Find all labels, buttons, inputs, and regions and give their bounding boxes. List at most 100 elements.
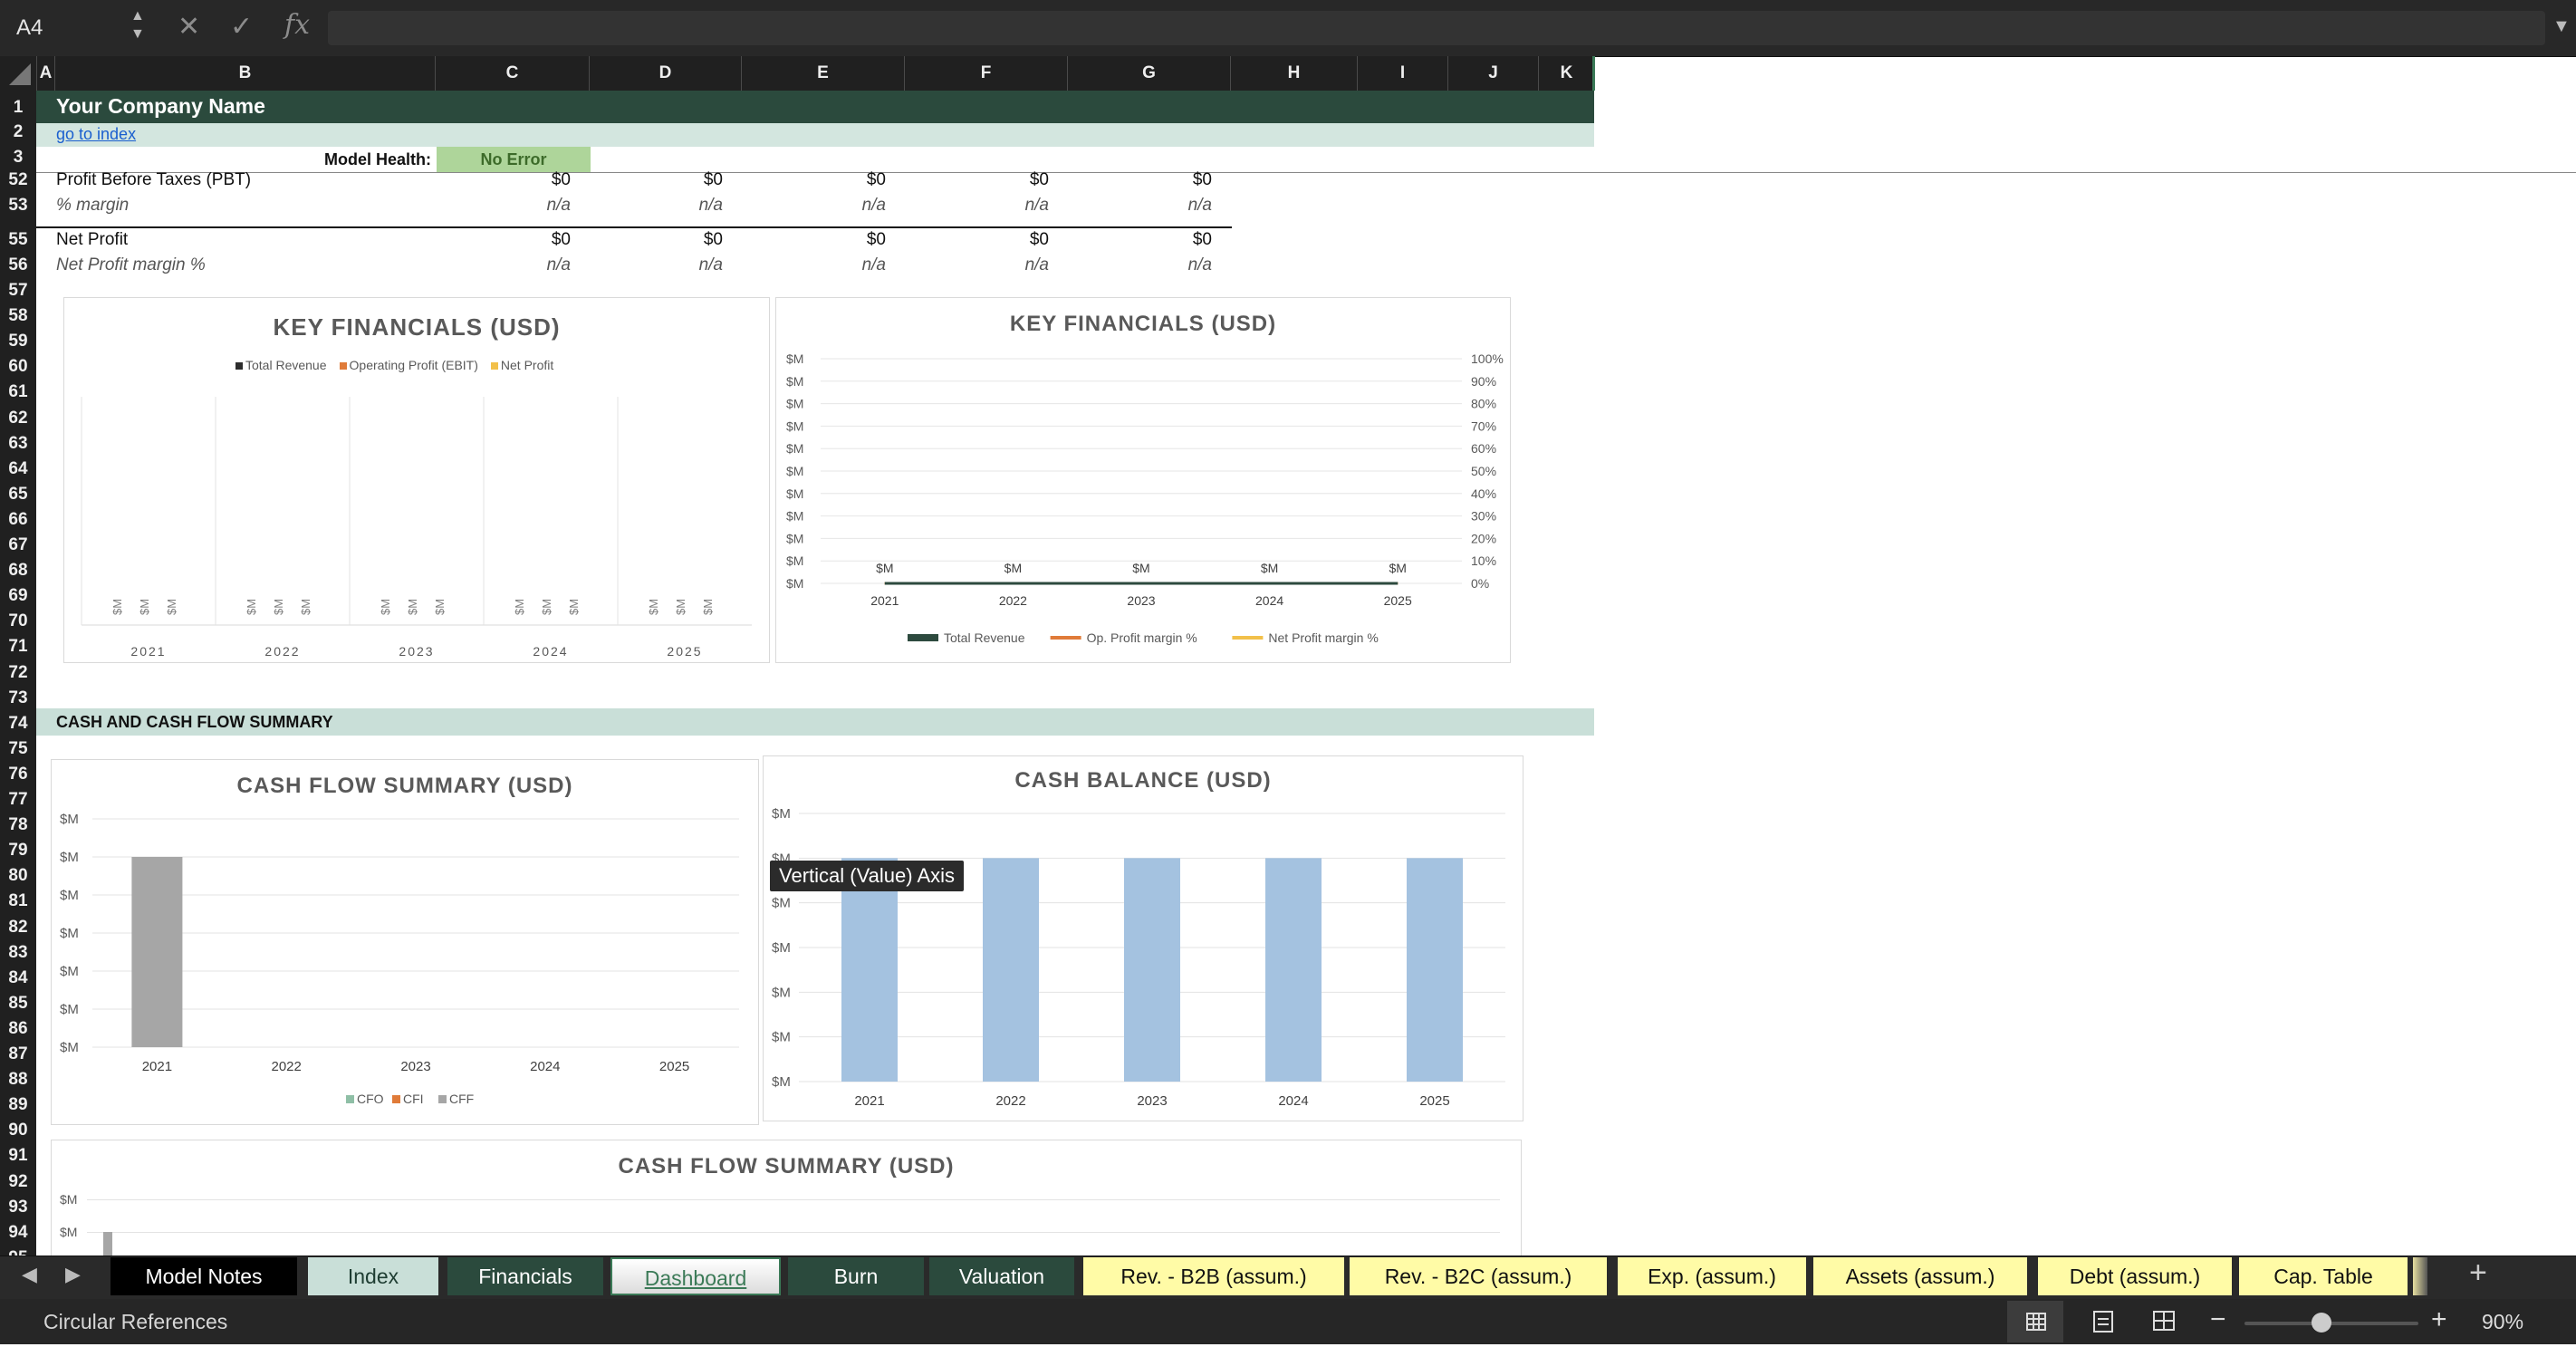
row-header-76[interactable]: 76 — [0, 765, 36, 784]
row-header-94[interactable]: 94 — [0, 1223, 36, 1243]
column-header-d[interactable]: D — [589, 56, 741, 91]
value-cell[interactable]: $0 — [1067, 230, 1212, 250]
name-box-stepper-icon[interactable]: ▲ ▼ — [130, 7, 145, 43]
column-header-a[interactable]: A — [36, 56, 54, 91]
row-header-67[interactable]: 67 — [0, 535, 36, 555]
row-header-57[interactable]: 57 — [0, 281, 36, 301]
column-header-f[interactable]: F — [904, 56, 1067, 91]
zoom-in-icon[interactable]: + — [2431, 1304, 2447, 1335]
row-header-83[interactable]: 83 — [0, 943, 36, 963]
tab-model-notes[interactable]: Model Notes — [111, 1257, 297, 1295]
value-cell[interactable]: $0 — [741, 170, 886, 190]
tab-debt-assum[interactable]: Debt (assum.) — [2038, 1257, 2232, 1295]
row-header-2[interactable]: 2 — [0, 122, 36, 142]
row-header-87[interactable]: 87 — [0, 1044, 36, 1064]
column-header-g[interactable]: G — [1067, 56, 1230, 91]
row-header-88[interactable]: 88 — [0, 1070, 36, 1090]
row-header-77[interactable]: 77 — [0, 790, 36, 810]
tab-scroll-left-icon[interactable]: ◀ — [22, 1263, 37, 1286]
row-header-74[interactable]: 74 — [0, 714, 36, 734]
column-header-c[interactable]: C — [435, 56, 589, 91]
row-header-73[interactable]: 73 — [0, 688, 36, 708]
row-header-61[interactable]: 61 — [0, 382, 36, 402]
row-header-58[interactable]: 58 — [0, 306, 36, 326]
value-cell[interactable]: n/a — [904, 196, 1049, 216]
row-header-56[interactable]: 56 — [0, 255, 36, 275]
tab-exp-assum[interactable]: Exp. (assum.) — [1618, 1257, 1806, 1295]
row-header-1[interactable]: 1 — [0, 98, 36, 118]
row-header-86[interactable]: 86 — [0, 1019, 36, 1039]
value-cell[interactable]: $0 — [1067, 170, 1212, 190]
zoom-slider-handle[interactable] — [2312, 1313, 2331, 1333]
row-header-70[interactable]: 70 — [0, 611, 36, 631]
zoom-slider[interactable] — [2244, 1322, 2418, 1325]
column-header-b[interactable]: B — [54, 56, 435, 91]
value-cell[interactable]: $0 — [435, 230, 571, 250]
row-header-59[interactable]: 59 — [0, 332, 36, 351]
row-header-53[interactable]: 53 — [0, 196, 36, 216]
circular-references-status[interactable]: Circular References — [43, 1310, 227, 1334]
row-header-80[interactable]: 80 — [0, 866, 36, 886]
value-cell[interactable]: n/a — [741, 196, 886, 216]
tab-rev-b2c-assum[interactable]: Rev. - B2C (assum.) — [1350, 1257, 1607, 1295]
value-cell[interactable]: n/a — [435, 255, 571, 275]
column-header-k[interactable]: K — [1538, 56, 1594, 91]
row-header-72[interactable]: 72 — [0, 663, 36, 683]
tab-burn[interactable]: Burn — [788, 1257, 924, 1295]
row-header-65[interactable]: 65 — [0, 485, 36, 505]
add-sheet-icon[interactable]: + — [2469, 1256, 2487, 1291]
row-header-63[interactable]: 63 — [0, 434, 36, 454]
row-header-71[interactable]: 71 — [0, 637, 36, 657]
tab-valuation[interactable]: Valuation — [929, 1257, 1074, 1295]
row-header-62[interactable]: 62 — [0, 409, 36, 428]
page-layout-view-button[interactable] — [2083, 1301, 2125, 1342]
value-cell[interactable]: n/a — [904, 255, 1049, 275]
value-cell[interactable]: n/a — [589, 196, 723, 216]
value-cell[interactable]: n/a — [589, 255, 723, 275]
value-cell[interactable]: $0 — [741, 230, 886, 250]
fx-icon[interactable]: fx — [284, 9, 310, 41]
row-header-81[interactable]: 81 — [0, 891, 36, 911]
tab-cap-table[interactable]: Cap. Table — [2239, 1257, 2408, 1295]
go-to-index-link[interactable]: go to index — [56, 125, 136, 144]
value-cell[interactable]: $0 — [904, 170, 1049, 190]
row-header-64[interactable]: 64 — [0, 459, 36, 479]
zoom-out-icon[interactable]: − — [2210, 1304, 2226, 1335]
row-header-84[interactable]: 84 — [0, 968, 36, 988]
row-header-90[interactable]: 90 — [0, 1121, 36, 1140]
tab-dashboard[interactable]: Dashboard — [610, 1257, 781, 1295]
row-header-60[interactable]: 60 — [0, 357, 36, 377]
formula-expand-icon[interactable]: ▼ — [2552, 16, 2571, 37]
select-all-corner[interactable] — [0, 56, 36, 91]
row-header-3[interactable]: 3 — [0, 148, 36, 168]
tab-financials[interactable]: Financials — [447, 1257, 603, 1295]
column-header-h[interactable]: H — [1230, 56, 1357, 91]
row-header-93[interactable]: 93 — [0, 1198, 36, 1217]
row-header-69[interactable]: 69 — [0, 586, 36, 606]
value-cell[interactable]: $0 — [589, 170, 723, 190]
row-header-89[interactable]: 89 — [0, 1095, 36, 1115]
row-header-82[interactable]: 82 — [0, 918, 36, 938]
row-header-78[interactable]: 78 — [0, 815, 36, 835]
tab-assets-assum[interactable]: Assets (assum.) — [1813, 1257, 2027, 1295]
value-cell[interactable]: n/a — [741, 255, 886, 275]
page-break-view-button[interactable] — [2143, 1301, 2185, 1342]
row-header-68[interactable]: 68 — [0, 561, 36, 581]
tab-rev-b2b-assum[interactable]: Rev. - B2B (assum.) — [1083, 1257, 1344, 1295]
value-cell[interactable]: n/a — [1067, 255, 1212, 275]
zoom-level[interactable]: 90% — [2482, 1310, 2523, 1334]
value-cell[interactable]: $0 — [589, 230, 723, 250]
value-cell[interactable]: $0 — [904, 230, 1049, 250]
row-header-66[interactable]: 66 — [0, 510, 36, 530]
normal-view-button[interactable] — [2007, 1301, 2063, 1342]
row-header-75[interactable]: 75 — [0, 739, 36, 759]
confirm-icon[interactable]: ✓ — [230, 11, 253, 43]
column-header-e[interactable]: E — [741, 56, 904, 91]
value-cell[interactable]: $0 — [435, 170, 571, 190]
column-header-i[interactable]: I — [1357, 56, 1447, 91]
row-header-92[interactable]: 92 — [0, 1172, 36, 1192]
column-header-j[interactable]: J — [1447, 56, 1538, 91]
value-cell[interactable]: n/a — [1067, 196, 1212, 216]
row-header-85[interactable]: 85 — [0, 994, 36, 1014]
row-header-91[interactable]: 91 — [0, 1146, 36, 1166]
